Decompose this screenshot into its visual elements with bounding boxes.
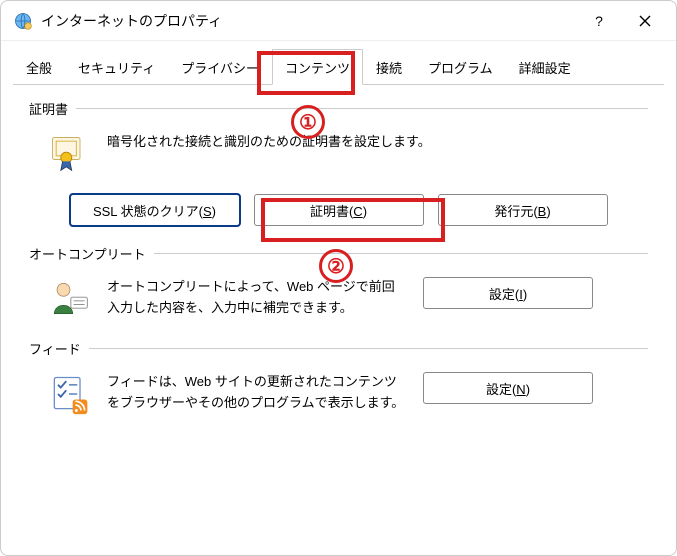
- divider: [89, 348, 648, 349]
- group-label: オートコンプリート: [29, 244, 146, 263]
- certificates-button[interactable]: 証明書(C): [254, 194, 424, 226]
- feeds-icon: [47, 372, 91, 416]
- group-title-feeds: フィード: [29, 339, 648, 360]
- tab-security[interactable]: セキュリティ: [65, 49, 168, 85]
- globe-icon: [13, 11, 33, 31]
- certificate-icon: [47, 132, 91, 176]
- group-title-autocomplete: オートコンプリート: [29, 244, 648, 265]
- divider: [76, 108, 648, 109]
- group-feeds: フィード フィードは、W: [29, 339, 648, 416]
- publishers-button[interactable]: 発行元(B): [438, 194, 608, 226]
- group-autocomplete: オートコンプリート オートコンプリートによって、Web ページで前回入力した内容…: [29, 244, 648, 321]
- clear-ssl-button[interactable]: SSL 状態のクリア(S): [70, 194, 240, 226]
- window-title: インターネットのプロパティ: [41, 11, 576, 31]
- tab-content[interactable]: コンテンツ: [272, 49, 363, 85]
- tab-advanced[interactable]: 詳細設定: [506, 49, 584, 85]
- feeds-desc: フィードは、Web サイトの更新されたコンテンツをブラウザーやその他のプログラム…: [107, 372, 407, 414]
- tab-privacy[interactable]: プライバシー: [168, 49, 272, 85]
- tab-panel-content: 証明書 暗号化された接続と識別のための証明書を設定します。 SSL 状態のクリア…: [1, 85, 676, 444]
- autocomplete-desc: オートコンプリートによって、Web ページで前回入力した内容を、入力中に補完でき…: [107, 277, 407, 319]
- group-title-certificates: 証明書: [29, 99, 648, 120]
- divider: [154, 253, 648, 254]
- autocomplete-icon: [47, 277, 91, 321]
- tab-programs[interactable]: プログラム: [415, 49, 506, 85]
- dialog-window: インターネットのプロパティ ? 全般 セキュリティ プライバシー コンテンツ 接…: [0, 0, 677, 556]
- tab-general[interactable]: 全般: [13, 49, 65, 85]
- group-label: フィード: [29, 339, 81, 358]
- tab-connections[interactable]: 接続: [363, 49, 415, 85]
- help-button[interactable]: ?: [576, 6, 622, 36]
- tab-strip: 全般 セキュリティ プライバシー コンテンツ 接続 プログラム 詳細設定: [13, 49, 664, 85]
- titlebar: インターネットのプロパティ ?: [1, 1, 676, 41]
- certificates-buttons: SSL 状態のクリア(S) 証明書(C) 発行元(B): [29, 194, 648, 226]
- group-label: 証明書: [29, 99, 68, 118]
- autocomplete-settings-button[interactable]: 設定(I): [423, 277, 593, 309]
- group-certificates: 証明書 暗号化された接続と識別のための証明書を設定します。 SSL 状態のクリア…: [29, 99, 648, 226]
- close-button[interactable]: [622, 6, 668, 36]
- feeds-settings-button[interactable]: 設定(N): [423, 372, 593, 404]
- certificates-desc: 暗号化された接続と識別のための証明書を設定します。: [107, 132, 644, 153]
